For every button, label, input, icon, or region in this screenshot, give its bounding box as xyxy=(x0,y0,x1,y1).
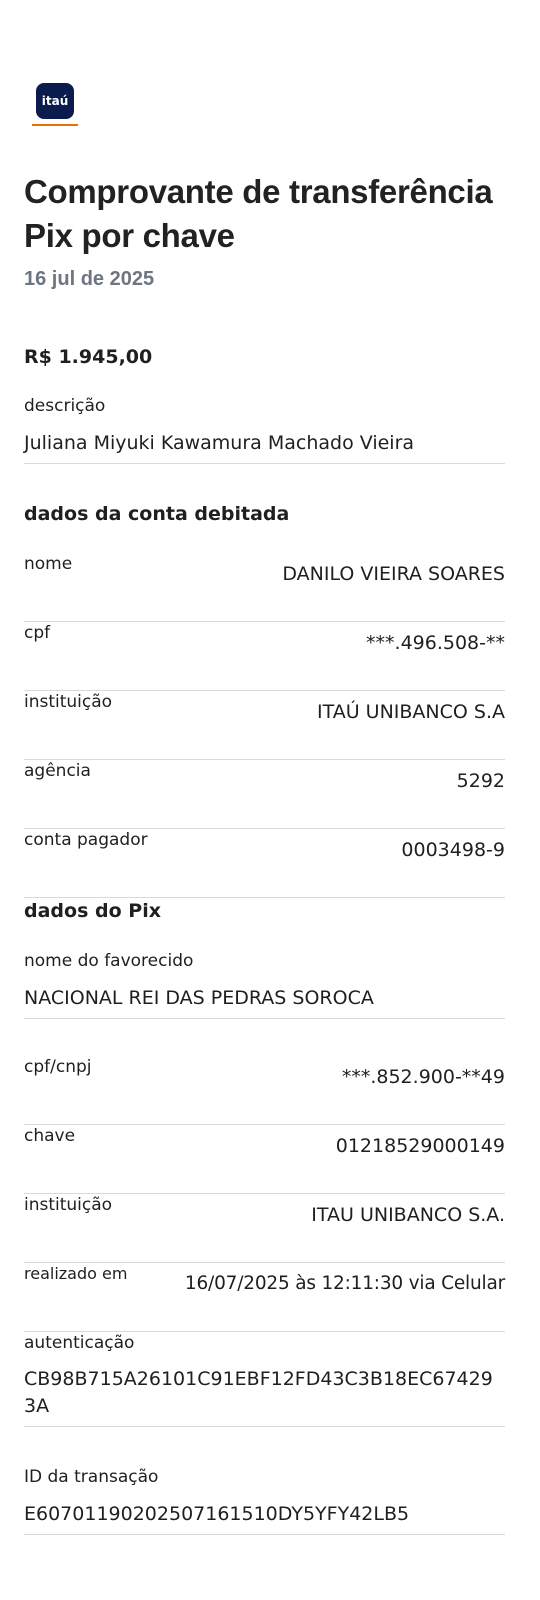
payer-institution-value: ITAÚ UNIBANCO S.A xyxy=(316,701,505,723)
logo-badge: itaú xyxy=(36,83,74,119)
authentication-block: autenticação CB98B715A26101C91EBF12FD43C… xyxy=(24,1332,505,1427)
debited-account-heading: dados da conta debitada xyxy=(24,503,290,525)
payer-agency-label: agência xyxy=(24,761,91,781)
payer-cpf-value: ***.496.508-** xyxy=(366,632,505,654)
divider xyxy=(24,1018,505,1019)
transaction-id-label: ID da transação xyxy=(24,1467,159,1487)
payer-name-label: nome xyxy=(24,554,73,574)
executed-at-row: realizado em 16/07/2025 às 12:11:30 via … xyxy=(24,1263,505,1332)
transfer-amount: R$ 1.945,00 xyxy=(24,346,153,368)
description-block: descrição Juliana Miyuki Kawamura Machad… xyxy=(24,395,505,464)
description-label: descrição xyxy=(24,396,106,416)
payer-account-value: 0003498-9 xyxy=(401,839,505,861)
authentication-value: CB98B715A26101C91EBF12FD43C3B18EC674293A xyxy=(24,1368,493,1417)
pix-key-row: chave 01218529000149 xyxy=(24,1125,505,1194)
transaction-id-block: ID da transação E60701190202507161510DY5… xyxy=(24,1466,505,1535)
payee-name-block: nome do favorecido NACIONAL REI DAS PEDR… xyxy=(24,950,505,1019)
payee-institution-value: ITAU UNIBANCO S.A. xyxy=(311,1204,505,1226)
payer-institution-label: instituição xyxy=(24,692,113,712)
divider xyxy=(24,463,505,464)
payer-account-row: conta pagador 0003498-9 xyxy=(24,829,505,898)
payee-cpf-cnpj-row: cpf/cnpj ***.852.900-**49 xyxy=(24,1056,505,1125)
payer-name-row: nome DANILO VIEIRA SOARES xyxy=(24,553,505,622)
logo-underline xyxy=(32,124,78,126)
transaction-id-value: E60701190202507161510DY5YFY42LB5 xyxy=(24,1503,410,1525)
payer-agency-row: agência 5292 xyxy=(24,760,505,829)
payer-name-value: DANILO VIEIRA SOARES xyxy=(282,563,505,585)
payer-institution-row: instituição ITAÚ UNIBANCO S.A xyxy=(24,691,505,760)
payer-account-label: conta pagador xyxy=(24,830,148,850)
payee-cpf-cnpj-value: ***.852.900-**49 xyxy=(341,1066,505,1088)
payer-cpf-label: cpf xyxy=(24,623,51,643)
payer-cpf-row: cpf ***.496.508-** xyxy=(24,622,505,691)
authentication-label: autenticação xyxy=(24,1333,135,1353)
payee-name-value: NACIONAL REI DAS PEDRAS SOROCA xyxy=(24,987,374,1009)
payer-agency-value: 5292 xyxy=(456,770,505,792)
divider xyxy=(24,1534,505,1535)
executed-at-label: realizado em xyxy=(24,1264,128,1283)
itau-logo: itaú xyxy=(32,83,78,126)
payee-cpf-cnpj-label: cpf/cnpj xyxy=(24,1057,92,1077)
divider xyxy=(24,1426,505,1427)
pix-data-heading: dados do Pix xyxy=(24,900,161,922)
page-title: Comprovante de transferência Pix por cha… xyxy=(24,173,493,254)
pix-key-label: chave xyxy=(24,1126,76,1146)
receipt-date: 16 jul de 2025 xyxy=(24,268,155,290)
payee-name-label: nome do favorecido xyxy=(24,951,194,971)
pix-key-value: 01218529000149 xyxy=(335,1135,505,1157)
executed-at-value: 16/07/2025 às 12:11:30 via Celular xyxy=(184,1273,505,1294)
description-value: Juliana Miyuki Kawamura Machado Vieira xyxy=(24,432,415,454)
payee-institution-label: instituição xyxy=(24,1195,113,1215)
payee-institution-row: instituição ITAU UNIBANCO S.A. xyxy=(24,1194,505,1263)
